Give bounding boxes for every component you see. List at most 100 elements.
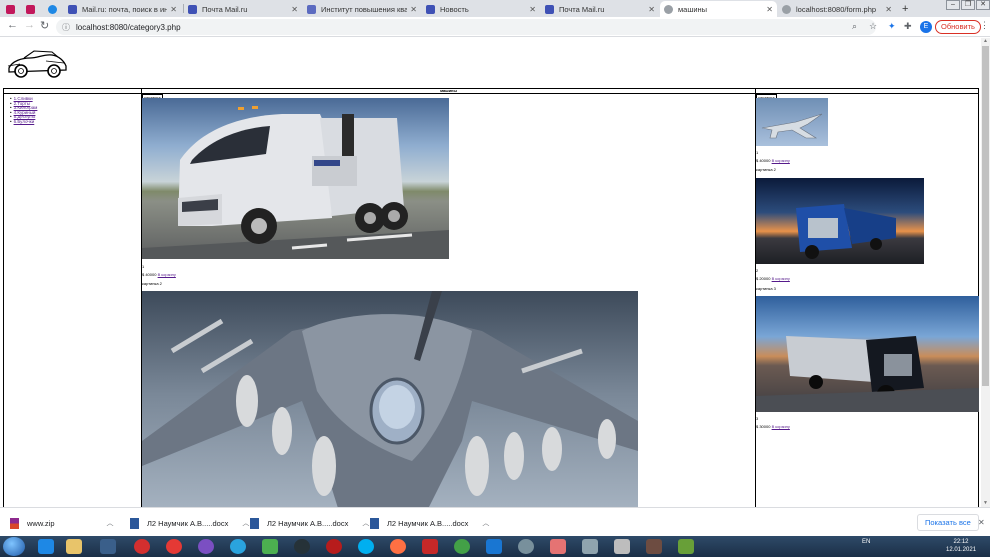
page-viewport: машины 1.Сливки 2.Торты 3.Килограм 4.Кур… — [0, 38, 981, 507]
download-item[interactable]: Л2 Наумчик А.В.....docx ︿ — [130, 515, 249, 531]
item-price: $ 40000 — [756, 158, 771, 163]
tab-pinned-3[interactable] — [44, 1, 64, 17]
download-item[interactable]: www.zip ︿ — [10, 515, 114, 531]
item-price-row: $ 40000 В корзину — [142, 272, 176, 277]
tab-pinned-1[interactable] — [2, 1, 22, 17]
mail-icon — [426, 4, 435, 14]
item-price-row: $ 40000 В корзину — [756, 158, 790, 163]
scroll-up-arrow-icon[interactable]: ▲ — [981, 38, 990, 45]
app-icon[interactable] — [422, 539, 438, 554]
tab-mailru[interactable]: Mail.ru: почта, поиск в интерн... ✕ — [64, 1, 181, 17]
forward-arrow-icon[interactable]: → — [24, 19, 35, 31]
tab-pinned-2[interactable] — [22, 1, 42, 17]
close-icon[interactable]: ✕ — [410, 5, 417, 14]
star-icon[interactable]: ☆ — [869, 21, 877, 32]
tab-institute[interactable]: Институт повышения квалиф... ✕ — [303, 1, 421, 17]
firefox-icon[interactable] — [390, 539, 406, 554]
fighter-jet-image — [142, 291, 638, 507]
media-player-icon[interactable] — [100, 539, 116, 554]
opera-icon[interactable] — [134, 539, 150, 554]
close-icon[interactable]: ✕ — [529, 5, 536, 14]
word-doc-icon — [370, 517, 379, 529]
system-clock[interactable]: 22:12 12.01.2021 — [946, 538, 976, 554]
tab-mashiny[interactable]: машины ✕ — [660, 1, 777, 17]
profile-avatar[interactable]: Е — [920, 21, 932, 33]
tab-form[interactable]: localhost:8080/form.php ✕ — [778, 1, 896, 17]
update-button[interactable]: Обновить — [935, 20, 981, 34]
chevron-up-icon[interactable]: ︿ — [107, 518, 114, 528]
globe-icon — [664, 4, 673, 14]
viber-icon[interactable] — [198, 539, 214, 554]
add-to-cart-link[interactable]: В корзину — [772, 158, 790, 163]
ccleaner-icon[interactable] — [294, 539, 310, 554]
close-icon[interactable]: ✕ — [978, 518, 985, 527]
close-icon[interactable]: ✕ — [648, 5, 655, 14]
clock-date: 12.01.2021 — [946, 547, 977, 553]
blue-truck-image — [756, 178, 924, 264]
item-price: $ 40000 — [142, 272, 157, 277]
search-icon[interactable]: ⌕ — [852, 21, 857, 32]
scroll-down-arrow-icon[interactable]: ▼ — [981, 500, 990, 507]
app-icon — [48, 4, 57, 14]
reload-icon[interactable]: ↻ — [40, 19, 49, 32]
tab-news[interactable]: Новость ✕ — [422, 1, 540, 17]
add-to-cart-link[interactable]: В корзину — [772, 424, 790, 429]
item-number: 1 — [142, 264, 145, 269]
tab-pochta-2[interactable]: Почта Mail.ru ✕ — [541, 1, 659, 17]
media-icon[interactable] — [326, 539, 342, 554]
window-close-button[interactable]: ✕ — [976, 0, 990, 10]
app-icon[interactable] — [582, 539, 598, 554]
folder-icon[interactable] — [66, 539, 82, 554]
item-price-row: $ 20000 В корзину — [756, 276, 790, 281]
maximize-button[interactable]: ❐ — [961, 0, 975, 10]
close-icon[interactable]: ✕ — [766, 5, 773, 14]
download-item[interactable]: Л2 Наумчик А.В.....docx ︿ — [250, 515, 369, 531]
close-icon[interactable]: ✕ — [291, 5, 298, 14]
show-all-downloads-button[interactable]: Показать все — [917, 514, 979, 531]
app-icon[interactable] — [614, 539, 630, 554]
browser-toolbar: ← → ↻ ⓘ localhost:8080/category3.php ⌕ ☆… — [0, 17, 990, 37]
close-icon[interactable]: ✕ — [885, 5, 892, 14]
notepad-icon[interactable] — [262, 539, 278, 554]
app-icon[interactable] — [518, 539, 534, 554]
add-to-cart-link[interactable]: В корзину — [158, 272, 176, 277]
tab-pochta-1[interactable]: Почта Mail.ru ✕ — [184, 1, 302, 17]
address-bar[interactable]: ⓘ localhost:8080/category3.php — [56, 19, 876, 35]
extension-icon[interactable]: ✦ — [888, 21, 896, 32]
right-column: картинка 1 $ 40000 В корзину картинка 2 … — [755, 94, 979, 507]
chevron-up-icon[interactable]: ︿ — [362, 518, 369, 528]
middle-column: картинка — [141, 94, 756, 507]
vscode-icon[interactable] — [486, 539, 502, 554]
add-to-cart-link[interactable]: В корзину — [772, 276, 790, 281]
left-column: 1.Сливки 2.Торты 3.Килограм 4.Куриный 5.… — [3, 94, 141, 507]
start-button[interactable] — [3, 537, 25, 556]
more-menu-icon[interactable]: ⋮ — [980, 20, 989, 31]
chevron-up-icon[interactable]: ︿ — [242, 518, 249, 528]
url-text[interactable]: localhost:8080/category3.php — [76, 23, 181, 32]
puzzle-icon[interactable]: ✚ — [904, 21, 912, 32]
info-icon[interactable]: ⓘ — [62, 22, 70, 33]
image-caption: картинка 2 — [142, 281, 162, 286]
minimize-button[interactable]: – — [946, 0, 960, 10]
jet-thumbnail-image — [756, 98, 828, 146]
chevron-up-icon[interactable]: ︿ — [482, 518, 489, 528]
word-doc-icon — [250, 517, 259, 529]
chrome-icon[interactable] — [454, 539, 470, 554]
app-icon[interactable] — [678, 539, 694, 554]
new-tab-button[interactable]: + — [898, 1, 914, 17]
skype-icon[interactable] — [358, 539, 374, 554]
tab-title: Институт повышения квалиф... — [321, 4, 408, 14]
language-indicator[interactable]: EN — [862, 539, 870, 545]
close-icon[interactable]: ✕ — [170, 5, 177, 14]
page-scrollbar[interactable]: ▲ ▼ — [981, 38, 990, 507]
app-icon[interactable] — [550, 539, 566, 554]
opera-gx-icon[interactable] — [166, 539, 182, 554]
app-icon[interactable] — [646, 539, 662, 554]
ie-icon[interactable] — [38, 539, 54, 554]
back-arrow-icon[interactable]: ← — [7, 19, 18, 31]
download-item[interactable]: Л2 Наумчик А.В.....docx ︿ — [370, 515, 489, 531]
scrollbar-thumb[interactable] — [982, 46, 989, 386]
telegram-icon[interactable] — [230, 539, 246, 554]
mail-icon — [68, 4, 77, 14]
menu-link[interactable]: 6.Булочки — [10, 119, 37, 125]
